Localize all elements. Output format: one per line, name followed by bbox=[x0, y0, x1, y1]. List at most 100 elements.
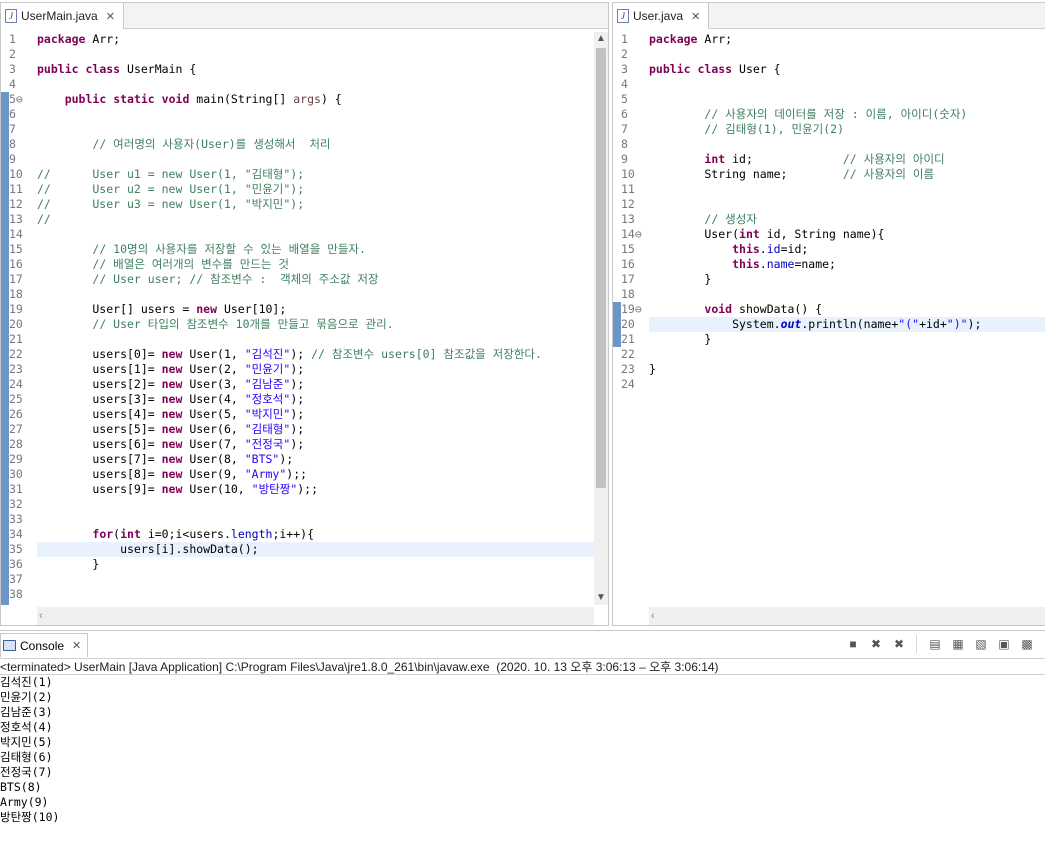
code-line[interactable] bbox=[649, 92, 1045, 107]
code-line[interactable]: // User 타입의 참조변수 10개를 만들고 묶음으로 관리. bbox=[37, 317, 594, 332]
code-line[interactable]: System.out.println(name+"("+id+")"); bbox=[649, 317, 1045, 332]
code-line[interactable]: int id; // 사용자의 아이디 bbox=[649, 152, 1045, 167]
scroll-up-icon[interactable]: ▲ bbox=[594, 32, 608, 46]
line-number: 9 bbox=[621, 152, 628, 166]
code-line[interactable]: users[7]= new User(8, "BTS"); bbox=[37, 452, 594, 467]
tab-usermain-java[interactable]: J UserMain.java ✕ bbox=[1, 3, 124, 29]
code-line[interactable] bbox=[37, 77, 594, 92]
line-number: 28 bbox=[9, 437, 23, 451]
code-line[interactable]: public class User { bbox=[649, 62, 1045, 77]
code-line[interactable]: // 김태형(1), 민윤기(2) bbox=[649, 122, 1045, 137]
scroll-thumb[interactable] bbox=[596, 48, 606, 488]
line-number: 5 bbox=[621, 92, 628, 106]
console-output[interactable]: 김석진(1) 민윤기(2) 김남준(3) 정호석(4) 박지민(5) 김태형(6) 전정국(… bbox=[0, 675, 1045, 825]
remove-launch-icon[interactable]: ✖ bbox=[866, 635, 886, 653]
code-line[interactable]: users[6]= new User(7, "전정국"); bbox=[37, 437, 594, 452]
code-line[interactable]: users[9]= new User(10, "방탄짱");; bbox=[37, 482, 594, 497]
code-line[interactable]: // User u2 = new User(1, "민윤기"); bbox=[37, 182, 594, 197]
code-line[interactable]: // User u1 = new User(1, "김태형"); bbox=[37, 167, 594, 182]
editor-user[interactable]: J User.java ✕ 1 2 3 4 5 6 7 8 9 10 11 12 13 14⊖ 15 16 17… bbox=[612, 2, 1045, 626]
code-area[interactable]: 1 2 3 4 5⊖ 6 7 8 9 10 11 12 13 14 15 16 17 18 19 20 21 22 23 24… bbox=[1, 32, 608, 605]
pin-console-icon[interactable]: ▣ bbox=[994, 635, 1014, 653]
horizontal-scrollbar[interactable]: ‹ bbox=[649, 607, 1045, 625]
display-console-icon[interactable]: ▩ bbox=[1017, 635, 1037, 653]
code-line[interactable]: this.name=name; bbox=[649, 257, 1045, 272]
code-line[interactable] bbox=[37, 332, 594, 347]
code-line[interactable]: String name; // 사용자의 이름 bbox=[649, 167, 1045, 182]
code-line[interactable] bbox=[37, 512, 594, 527]
code-line[interactable] bbox=[37, 107, 594, 122]
code-line[interactable]: User(int id, String name){ bbox=[649, 227, 1045, 242]
code-line[interactable] bbox=[37, 572, 594, 587]
code-line[interactable]: for(int i=0;i<users.length;i++){ bbox=[37, 527, 594, 542]
code-line[interactable] bbox=[649, 47, 1045, 62]
code-line[interactable] bbox=[649, 377, 1045, 392]
code-line[interactable]: // User u3 = new User(1, "박지민"); bbox=[37, 197, 594, 212]
code-line[interactable] bbox=[649, 287, 1045, 302]
code-line[interactable]: // bbox=[37, 212, 594, 227]
scroll-left-icon[interactable]: ‹ bbox=[39, 607, 43, 625]
console-tab-label: Console bbox=[20, 638, 65, 653]
change-marker bbox=[1, 92, 9, 605]
console-output-line: 민윤기(2) bbox=[0, 690, 53, 704]
close-icon[interactable]: ✕ bbox=[691, 10, 700, 23]
tab-user-java[interactable]: J User.java ✕ bbox=[613, 3, 710, 29]
code-line[interactable] bbox=[37, 152, 594, 167]
editor-usermain[interactable]: J UserMain.java ✕ 1 2 3 4 5⊖ 6 7 8 9 10 11 12 13 14 15… bbox=[0, 2, 609, 626]
code-line[interactable]: // User user; // 참조변수 : 객체의 주소값 저장 bbox=[37, 272, 594, 287]
scroll-lock-icon[interactable]: ▦ bbox=[948, 635, 968, 653]
code-line[interactable]: // 여러명의 사용자(User)를 생성해서 처리 bbox=[37, 137, 594, 152]
tab-console[interactable]: Console ✕ bbox=[0, 633, 89, 657]
code-line[interactable]: void showData() { bbox=[649, 302, 1045, 317]
code-line[interactable] bbox=[37, 497, 594, 512]
remove-all-icon[interactable]: ✖ bbox=[889, 635, 909, 653]
code-line[interactable]: users[0]= new User(1, "김석진"); // 참조변수 us… bbox=[37, 347, 594, 362]
line-number: 17 bbox=[621, 272, 635, 286]
code-line[interactable] bbox=[649, 182, 1045, 197]
code-line[interactable] bbox=[37, 47, 594, 62]
code-line[interactable] bbox=[37, 227, 594, 242]
scroll-down-icon[interactable]: ▼ bbox=[594, 591, 608, 605]
word-wrap-icon[interactable]: ▧ bbox=[971, 635, 991, 653]
line-number: 1 bbox=[621, 32, 628, 46]
code-line[interactable]: package Arr; bbox=[649, 32, 1045, 47]
code-line[interactable]: // 10명의 사용자를 저장할 수 있는 배열을 만들자. bbox=[37, 242, 594, 257]
code-line[interactable]: package Arr; bbox=[37, 32, 594, 47]
code-line[interactable] bbox=[649, 347, 1045, 362]
clear-console-icon[interactable]: ▤ bbox=[925, 635, 945, 653]
code-line[interactable]: } bbox=[649, 272, 1045, 287]
code-line[interactable] bbox=[37, 122, 594, 137]
code-line[interactable]: users[4]= new User(5, "박지민"); bbox=[37, 407, 594, 422]
code-line[interactable]: // 배열은 여러개의 변수를 만드는 것 bbox=[37, 257, 594, 272]
code-line[interactable]: users[3]= new User(4, "정호석"); bbox=[37, 392, 594, 407]
code-line[interactable] bbox=[649, 137, 1045, 152]
code-text[interactable]: package Arr; public class UserMain { pub… bbox=[37, 32, 594, 602]
code-line[interactable] bbox=[649, 197, 1045, 212]
code-line[interactable]: // 사용자의 데이터를 저장 : 이름, 아이디(숫자) bbox=[649, 107, 1045, 122]
code-line[interactable] bbox=[37, 287, 594, 302]
code-line[interactable]: } bbox=[37, 557, 594, 572]
code-line[interactable]: public static void main(String[] args) { bbox=[37, 92, 594, 107]
code-line[interactable]: } bbox=[649, 332, 1045, 347]
close-icon[interactable]: ✕ bbox=[106, 10, 115, 23]
code-line[interactable] bbox=[649, 77, 1045, 92]
code-line[interactable]: } bbox=[649, 362, 1045, 377]
code-area[interactable]: 1 2 3 4 5 6 7 8 9 10 11 12 13 14⊖ 15 16 17 18 19⊖ 20 21 22 23 2… bbox=[613, 32, 1045, 605]
code-line[interactable]: User[] users = new User[10]; bbox=[37, 302, 594, 317]
code-line[interactable]: users[8]= new User(9, "Army");; bbox=[37, 467, 594, 482]
close-icon[interactable]: ✕ bbox=[72, 639, 81, 652]
code-line[interactable]: users[2]= new User(3, "김남준"); bbox=[37, 377, 594, 392]
code-line[interactable]: users[5]= new User(6, "김태형"); bbox=[37, 422, 594, 437]
code-line[interactable]: public class UserMain { bbox=[37, 62, 594, 77]
code-line[interactable]: this.id=id; bbox=[649, 242, 1045, 257]
horizontal-scrollbar[interactable]: ‹ bbox=[37, 607, 594, 625]
code-line[interactable]: users[1]= new User(2, "민윤기"); bbox=[37, 362, 594, 377]
code-line[interactable] bbox=[37, 587, 594, 602]
scroll-left-icon[interactable]: ‹ bbox=[651, 607, 655, 625]
code-text[interactable]: package Arr; public class User { // 사용자의… bbox=[649, 32, 1045, 392]
vertical-scrollbar[interactable]: ▲ ▼ bbox=[594, 32, 608, 605]
code-line[interactable]: users[i].showData(); bbox=[37, 542, 594, 557]
terminate-icon[interactable]: ■ bbox=[843, 635, 863, 653]
line-number: 15 bbox=[621, 242, 635, 256]
code-line[interactable]: // 생성자 bbox=[649, 212, 1045, 227]
